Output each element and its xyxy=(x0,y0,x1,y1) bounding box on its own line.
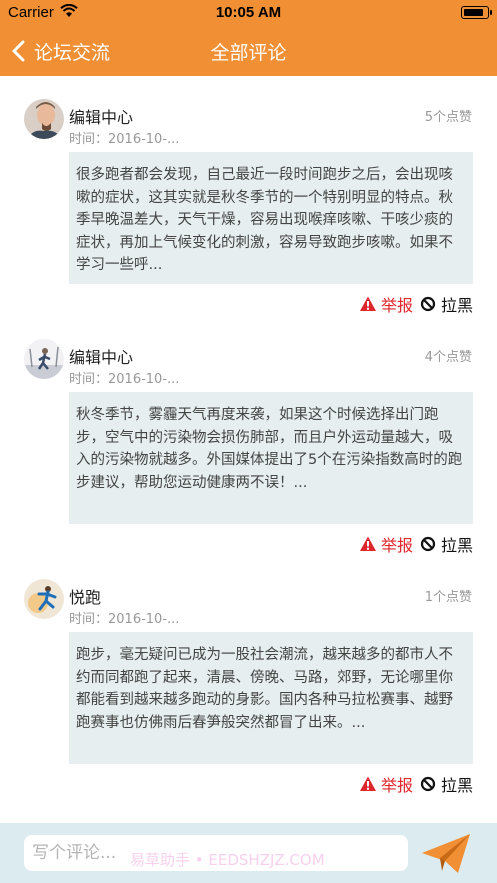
block-label: 拉黑 xyxy=(440,296,473,315)
comment-text: 很多跑者都会发现，自己最近一段时间跑步之后，会出现咳嗽的症状，这其实就是秋冬季节… xyxy=(69,152,473,284)
warning-icon xyxy=(359,776,376,791)
warning-icon xyxy=(359,296,376,311)
like-count[interactable]: 5个点赞 xyxy=(425,106,472,125)
block-button[interactable]: 拉黑 xyxy=(419,772,473,796)
report-label: 举报 xyxy=(380,776,413,795)
block-label: 拉黑 xyxy=(440,536,473,555)
comment-time: 时间：2016-10-... xyxy=(69,132,180,147)
comment-time: 时间：2016-10-... xyxy=(69,612,180,627)
report-button[interactable]: 举报 xyxy=(359,292,413,316)
status-bar: Carrier 10:05 AM xyxy=(0,0,497,26)
comment-actions: 举报 拉黑 xyxy=(359,532,473,556)
comment-actions: 举报 拉黑 xyxy=(359,292,473,316)
comment-actions: 举报 拉黑 xyxy=(359,772,473,796)
comment-item: 悦跑 1个点赞 时间：2016-10-... 跑步，毫无疑问已成为一股社会潮流，… xyxy=(0,556,497,796)
report-label: 举报 xyxy=(380,296,413,315)
block-icon xyxy=(420,296,436,312)
username[interactable]: 编辑中心 xyxy=(69,104,133,128)
comment-text: 秋冬季节，雾霾天气再度来袭，如果这个时候选择出门跑步，空气中的污染物会损伤肺部，… xyxy=(69,392,473,524)
battery-icon xyxy=(461,6,492,19)
comment-input-bar: 易草助手 • EEDSHZJZ.COM xyxy=(0,823,497,883)
comment-item: 编辑中心 5个点赞 时间：2016-10-... 很多跑者都会发现，自己最近一段… xyxy=(0,76,497,316)
report-label: 举报 xyxy=(380,536,413,555)
avatar[interactable] xyxy=(24,579,64,619)
username[interactable]: 悦跑 xyxy=(69,584,101,608)
comment-time: 时间：2016-10-... xyxy=(69,372,180,387)
avatar[interactable] xyxy=(24,99,64,139)
report-button[interactable]: 举报 xyxy=(359,772,413,796)
comment-item: 编辑中心 4个点赞 时间：2016-10-... 秋冬季节，雾霾天气再度来袭，如… xyxy=(0,316,497,556)
send-icon xyxy=(422,834,470,873)
page-title: 全部评论 xyxy=(210,42,287,64)
block-label: 拉黑 xyxy=(440,776,473,795)
like-count[interactable]: 4个点赞 xyxy=(425,346,472,365)
warning-icon xyxy=(359,536,376,551)
avatar[interactable] xyxy=(24,339,64,379)
nav-bar: 论坛交流 全部评论 xyxy=(0,26,497,76)
block-icon xyxy=(420,776,436,792)
block-button[interactable]: 拉黑 xyxy=(419,532,473,556)
comment-list: 编辑中心 5个点赞 时间：2016-10-... 很多跑者都会发现，自己最近一段… xyxy=(0,76,497,796)
like-count[interactable]: 1个点赞 xyxy=(425,586,472,605)
clock: 10:05 AM xyxy=(215,4,282,21)
block-icon xyxy=(420,536,436,552)
battery-level xyxy=(463,8,484,16)
comment-input[interactable] xyxy=(24,835,408,871)
send-button[interactable] xyxy=(418,831,474,877)
comment-text: 跑步，毫无疑问已成为一股社会潮流，越来越多的都市人不约而同都跑了起来，清晨、傍晚… xyxy=(69,632,473,764)
username[interactable]: 编辑中心 xyxy=(69,344,133,368)
report-button[interactable]: 举报 xyxy=(359,532,413,556)
block-button[interactable]: 拉黑 xyxy=(419,292,473,316)
